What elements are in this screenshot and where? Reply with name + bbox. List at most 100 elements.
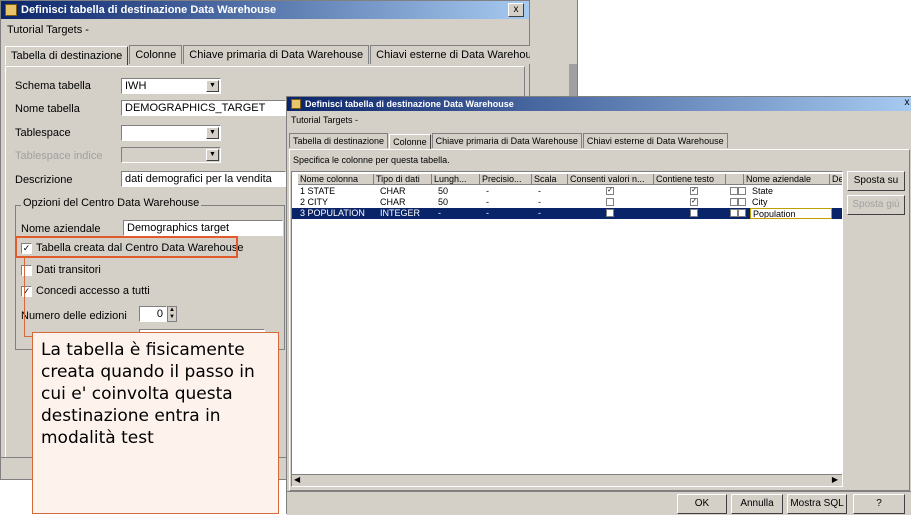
schema-select[interactable]: IWH ▼ <box>121 78 221 94</box>
table-row[interactable]: 1 STATE CHAR 50 - - ✓ ✓ State <box>292 186 842 197</box>
editions-spinner[interactable]: ▲ ▼ <box>167 306 177 322</box>
cell-type: INTEGER <box>380 208 421 218</box>
nullable-checkbox[interactable] <box>606 198 614 206</box>
ok-button[interactable]: OK <box>677 494 727 514</box>
tablespace-label: Tablespace <box>15 127 71 139</box>
business-name-input[interactable]: Demographics target <box>123 220 283 236</box>
front-dialog-subtitle: Tutorial Targets - <box>291 115 359 125</box>
col-header-blank[interactable] <box>726 174 744 185</box>
chevron-down-icon[interactable]: ▼ <box>206 80 219 92</box>
cell-text[interactable]: ✓ <box>688 186 718 197</box>
cell-type: CHAR <box>380 197 406 207</box>
move-down-button: Sposta giù <box>847 195 905 215</box>
cell-nullable[interactable] <box>604 197 644 208</box>
text-checkbox[interactable]: ✓ <box>690 198 698 206</box>
tab-primary-key[interactable]: Chiave primaria di Data Warehouse <box>431 133 582 148</box>
front-dialog-title: Definisci tabella di destinazione Data W… <box>305 99 514 109</box>
explanation-text: La tabella è fisicamente creata quando i… <box>41 340 255 448</box>
back-dialog-close-button[interactable]: x <box>508 3 524 17</box>
cell-flags[interactable] <box>728 208 748 219</box>
cell-name: 3 POPULATION <box>300 208 365 218</box>
editions-input[interactable]: 0 <box>139 306 167 322</box>
warehouse-app-icon <box>5 4 17 16</box>
cell-text[interactable] <box>688 208 718 219</box>
cell-flags[interactable] <box>728 186 748 197</box>
chevron-down-icon[interactable]: ▼ <box>206 127 219 139</box>
scroll-left-icon[interactable]: ◀ <box>294 475 300 484</box>
grid-header: Nome colonna Tipo di dati Lungh... Preci… <box>292 174 842 185</box>
created-by-center-highlight <box>15 236 238 258</box>
schema-value: IWH <box>125 80 147 92</box>
move-up-button[interactable]: Sposta su <box>847 171 905 191</box>
col-header-text[interactable]: Contiene testo <box>654 174 726 185</box>
table-row[interactable]: 2 CITY CHAR 50 - - ✓ City <box>292 197 842 208</box>
schema-label: Schema tabella <box>15 80 91 92</box>
col-header-precision[interactable]: Precisio... <box>480 174 532 185</box>
grid-horizontal-scrollbar[interactable]: ◀ ▶ <box>292 474 842 486</box>
col-header-name[interactable]: Nome colonna <box>298 174 374 185</box>
cell-length: 50 <box>438 186 449 196</box>
flag-checkbox[interactable] <box>730 187 738 195</box>
cell-type: CHAR <box>380 186 406 196</box>
flag-checkbox[interactable] <box>730 198 738 206</box>
options-group-title: Opzioni del Centro Data Warehouse <box>21 197 202 209</box>
col-header-nullable[interactable]: Consenti valori n... <box>568 174 654 185</box>
tab-foreign-keys[interactable]: Chiavi esterne di Data Warehouse <box>582 133 728 148</box>
cell-precision: - <box>486 186 489 196</box>
grant-access-checkbox[interactable]: ✓ <box>21 286 32 297</box>
tab-target-table[interactable]: Tabella di destinazione <box>289 133 389 148</box>
description-input[interactable]: dati demografici per la vendita <box>121 171 286 187</box>
front-dialog: Definisci tabella di destinazione Data W… <box>286 96 911 515</box>
cell-text[interactable]: ✓ <box>688 197 718 208</box>
cell-scale: - <box>538 186 541 196</box>
flag-checkbox[interactable] <box>738 198 746 206</box>
transient-data-label: Dati transitori <box>36 264 101 276</box>
chevron-down-icon: ▼ <box>206 149 219 161</box>
table-name-input[interactable]: DEMOGRAPHICS_TARGET <box>121 100 286 116</box>
flag-checkbox[interactable] <box>738 187 746 195</box>
tab-columns[interactable]: Colonne <box>389 134 431 149</box>
front-dialog-close-button[interactable]: x <box>899 98 911 110</box>
col-header-type[interactable]: Tipo di dati <box>374 174 432 185</box>
tab-primary-key[interactable]: Chiave primaria di Data Warehouse <box>183 45 370 64</box>
table-row[interactable]: 3 POPULATION INTEGER - - - Population <box>292 208 842 219</box>
back-dialog-tabs: Tabella di destinazione Colonne Chiave p… <box>5 45 550 65</box>
description-label: Descrizione <box>15 174 73 186</box>
cell-business-name: City <box>752 197 768 207</box>
cell-business-name[interactable]: Population <box>750 208 832 219</box>
front-dialog-titlebar[interactable]: Definisci tabella di destinazione Data W… <box>287 97 911 111</box>
cell-precision: - <box>486 208 489 218</box>
flag-checkbox[interactable] <box>738 209 746 217</box>
col-header-business-name[interactable]: Nome aziendale <box>744 174 830 185</box>
back-dialog-titlebar[interactable]: Definisci tabella di destinazione Data W… <box>1 1 529 19</box>
nullable-checkbox[interactable]: ✓ <box>606 187 614 195</box>
transient-data-checkbox[interactable] <box>21 265 32 276</box>
cell-nullable[interactable] <box>604 208 644 219</box>
tab-foreign-keys[interactable]: Chiavi esterne di Data Warehouse <box>370 45 550 64</box>
show-sql-button[interactable]: Mostra SQL <box>787 494 847 514</box>
flag-checkbox[interactable] <box>730 209 738 217</box>
scroll-right-icon[interactable]: ▶ <box>832 475 838 484</box>
col-header-length[interactable]: Lungh... <box>432 174 480 185</box>
back-dialog-subtitle: Tutorial Targets - <box>7 24 89 36</box>
text-checkbox[interactable] <box>690 209 698 217</box>
cell-scale: - <box>538 197 541 207</box>
col-header-scale[interactable]: Scala <box>532 174 568 185</box>
cell-length: - <box>438 208 441 218</box>
tab-columns[interactable]: Colonne <box>129 45 183 64</box>
business-name-label: Nome aziendale <box>21 223 101 235</box>
text-checkbox[interactable]: ✓ <box>690 187 698 195</box>
explanation-callout: La tabella è fisicamente creata quando i… <box>32 332 279 514</box>
tab-target-table[interactable]: Tabella di destinazione <box>5 46 129 65</box>
col-header-description[interactable]: De <box>830 174 842 185</box>
index-tablespace-select: ▼ <box>121 147 221 163</box>
cancel-button[interactable]: Annulla <box>731 494 783 514</box>
cell-length: 50 <box>438 197 449 207</box>
nullable-checkbox[interactable] <box>606 209 614 217</box>
cell-flags[interactable] <box>728 197 748 208</box>
cell-name: 1 STATE <box>300 186 336 196</box>
back-dialog-title: Definisci tabella di destinazione Data W… <box>21 4 277 16</box>
tablespace-select[interactable]: ▼ <box>121 125 221 141</box>
cell-nullable[interactable]: ✓ <box>604 186 644 197</box>
help-button[interactable]: ? <box>853 494 905 514</box>
